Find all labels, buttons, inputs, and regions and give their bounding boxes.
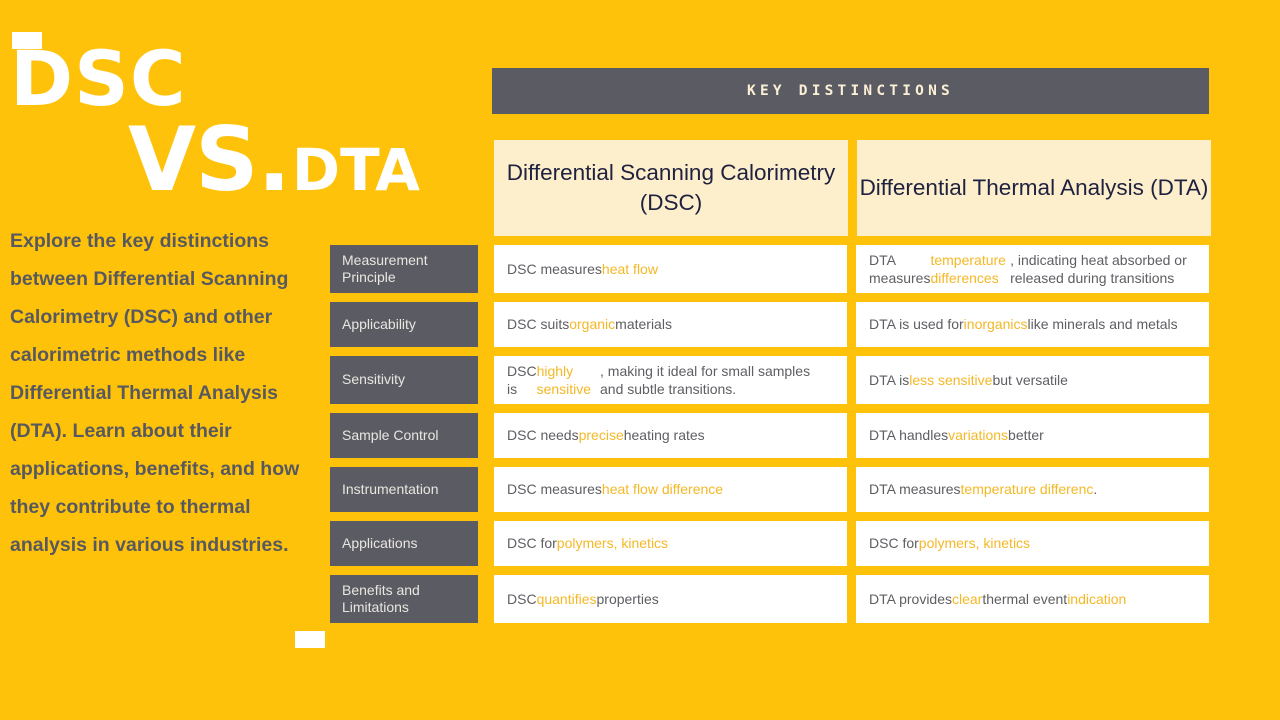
cell-text: . [1093,481,1098,498]
cell-dta: DTA is used for inorganics like minerals… [856,302,1209,347]
cell-text: DSC [507,590,537,607]
table-row: Instrumentation DSC measures heat flow di… [330,467,1280,512]
cell-text: , making it ideal for small samples and … [600,362,811,397]
cell-dta: DTA handles variations better [856,413,1209,458]
table-row: Benefits and Limitations DSC quantifies p… [330,575,1280,623]
intro-paragraph: Explore the key distinctions between Dif… [10,230,300,557]
row-label: Measurement Principle [330,245,478,293]
highlighted-term: polymers, kinetics [918,535,1031,552]
cell-text: DSC for [869,535,919,552]
table-row: Applicability DSC suits organic materials… [330,302,1280,347]
highlighted-term: temperature differences [930,251,1006,286]
key-distinctions-banner: KEY DISTINCTIONS [492,68,1209,114]
row-label: Sample Control [330,413,478,458]
cell-text: materials [615,316,672,333]
comparison-area: KEY DISTINCTIONS Differential Scanning C… [330,0,1280,720]
highlighted-term: organic [569,316,616,333]
cell-dsc: DSC suits organic materials [494,302,847,347]
highlighted-term: temperature differenc [960,481,1094,498]
cell-dsc: DSC measures heat flow [494,245,847,293]
highlighted-term: variations [948,427,1009,444]
highlighted-term: quantifies [536,590,597,607]
highlighted-term: inorganics [963,316,1028,333]
cell-text: DTA measures [869,481,961,498]
cell-dta: DSC for polymers, kinetics [856,521,1209,566]
cell-dta: DTA measures temperature differenc. [856,467,1209,512]
row-label: Applications [330,521,478,566]
cell-text: DTA is used for [869,316,964,333]
row-label: Instrumentation [330,467,478,512]
cell-dta: DTA measures temperature differences, in… [856,245,1209,293]
cell-text: DSC measures [507,481,602,498]
cell-text: like minerals and metals [1027,316,1178,333]
column-header-dta: Differential Thermal Analysis (DTA) [857,140,1211,236]
highlighted-term: heat flow difference [601,481,724,498]
key-distinctions-label: KEY DISTINCTIONS [747,83,954,99]
row-label: Sensitivity [330,356,478,404]
cell-dsc: DSC is highly sensitive, making it ideal… [494,356,847,404]
title-vs: VS. [128,108,291,211]
cell-dsc: DSC measures heat flow difference [494,467,847,512]
left-panel: DSC VS.DTA Explore the key distinctions … [0,41,420,564]
highlighted-term: less sensitive [909,371,993,388]
comparison-rows: Measurement Principle DSC measures heat f… [330,245,1280,632]
highlighted-term: heat flow [601,260,658,277]
column-headers: Differential Scanning Calorimetry (DSC) … [494,140,1211,236]
cell-text: DSC measures [507,260,602,277]
row-label: Applicability [330,302,478,347]
cell-text: better [1008,427,1044,444]
cell-text: DTA handles [869,427,949,444]
decorative-square-bottom [295,631,325,648]
cell-dsc: DSC for polymers, kinetics [494,521,847,566]
title-versus-row: VS.DTA [10,116,420,204]
cell-text: DSC needs [507,427,579,444]
cell-text: DSC is [507,362,537,397]
table-row: Sensitivity DSC is highly sensitive, maki… [330,356,1280,404]
cell-dsc: DSC quantifies properties [494,575,847,623]
cell-text: thermal event [982,590,1068,607]
cell-dsc: DSC needs precise heating rates [494,413,847,458]
cell-dta: DTA is less sensitive but versatile [856,356,1209,404]
page-title: DSC VS.DTA [0,41,420,204]
cell-text: DSC for [507,535,557,552]
table-row: Applications DSC for polymers, kinetics DS… [330,521,1280,566]
cell-text: DSC suits [507,316,570,333]
table-row: Measurement Principle DSC measures heat f… [330,245,1280,293]
cell-text: DTA is [869,371,910,388]
cell-text: properties [596,590,659,607]
cell-dta: DTA provides clear thermal event indicat… [856,575,1209,623]
column-header-dsc: Differential Scanning Calorimetry (DSC) [494,140,848,236]
row-label: Benefits and Limitations [330,575,478,623]
cell-text: DTA measures [869,251,931,286]
cell-text: , indicating heat absorbed or released d… [1010,251,1187,286]
highlighted-term: polymers, kinetics [556,535,669,552]
cell-text: but versatile [992,371,1068,388]
highlighted-term: clear [952,590,983,607]
cell-text: DTA provides [869,590,952,607]
table-row: Sample Control DSC needs precise heating … [330,413,1280,458]
highlighted-term: precise [578,427,624,444]
highlighted-term: indication [1067,590,1127,607]
cell-text: heating rates [623,427,705,444]
highlighted-term: highly sensitive [536,362,592,397]
